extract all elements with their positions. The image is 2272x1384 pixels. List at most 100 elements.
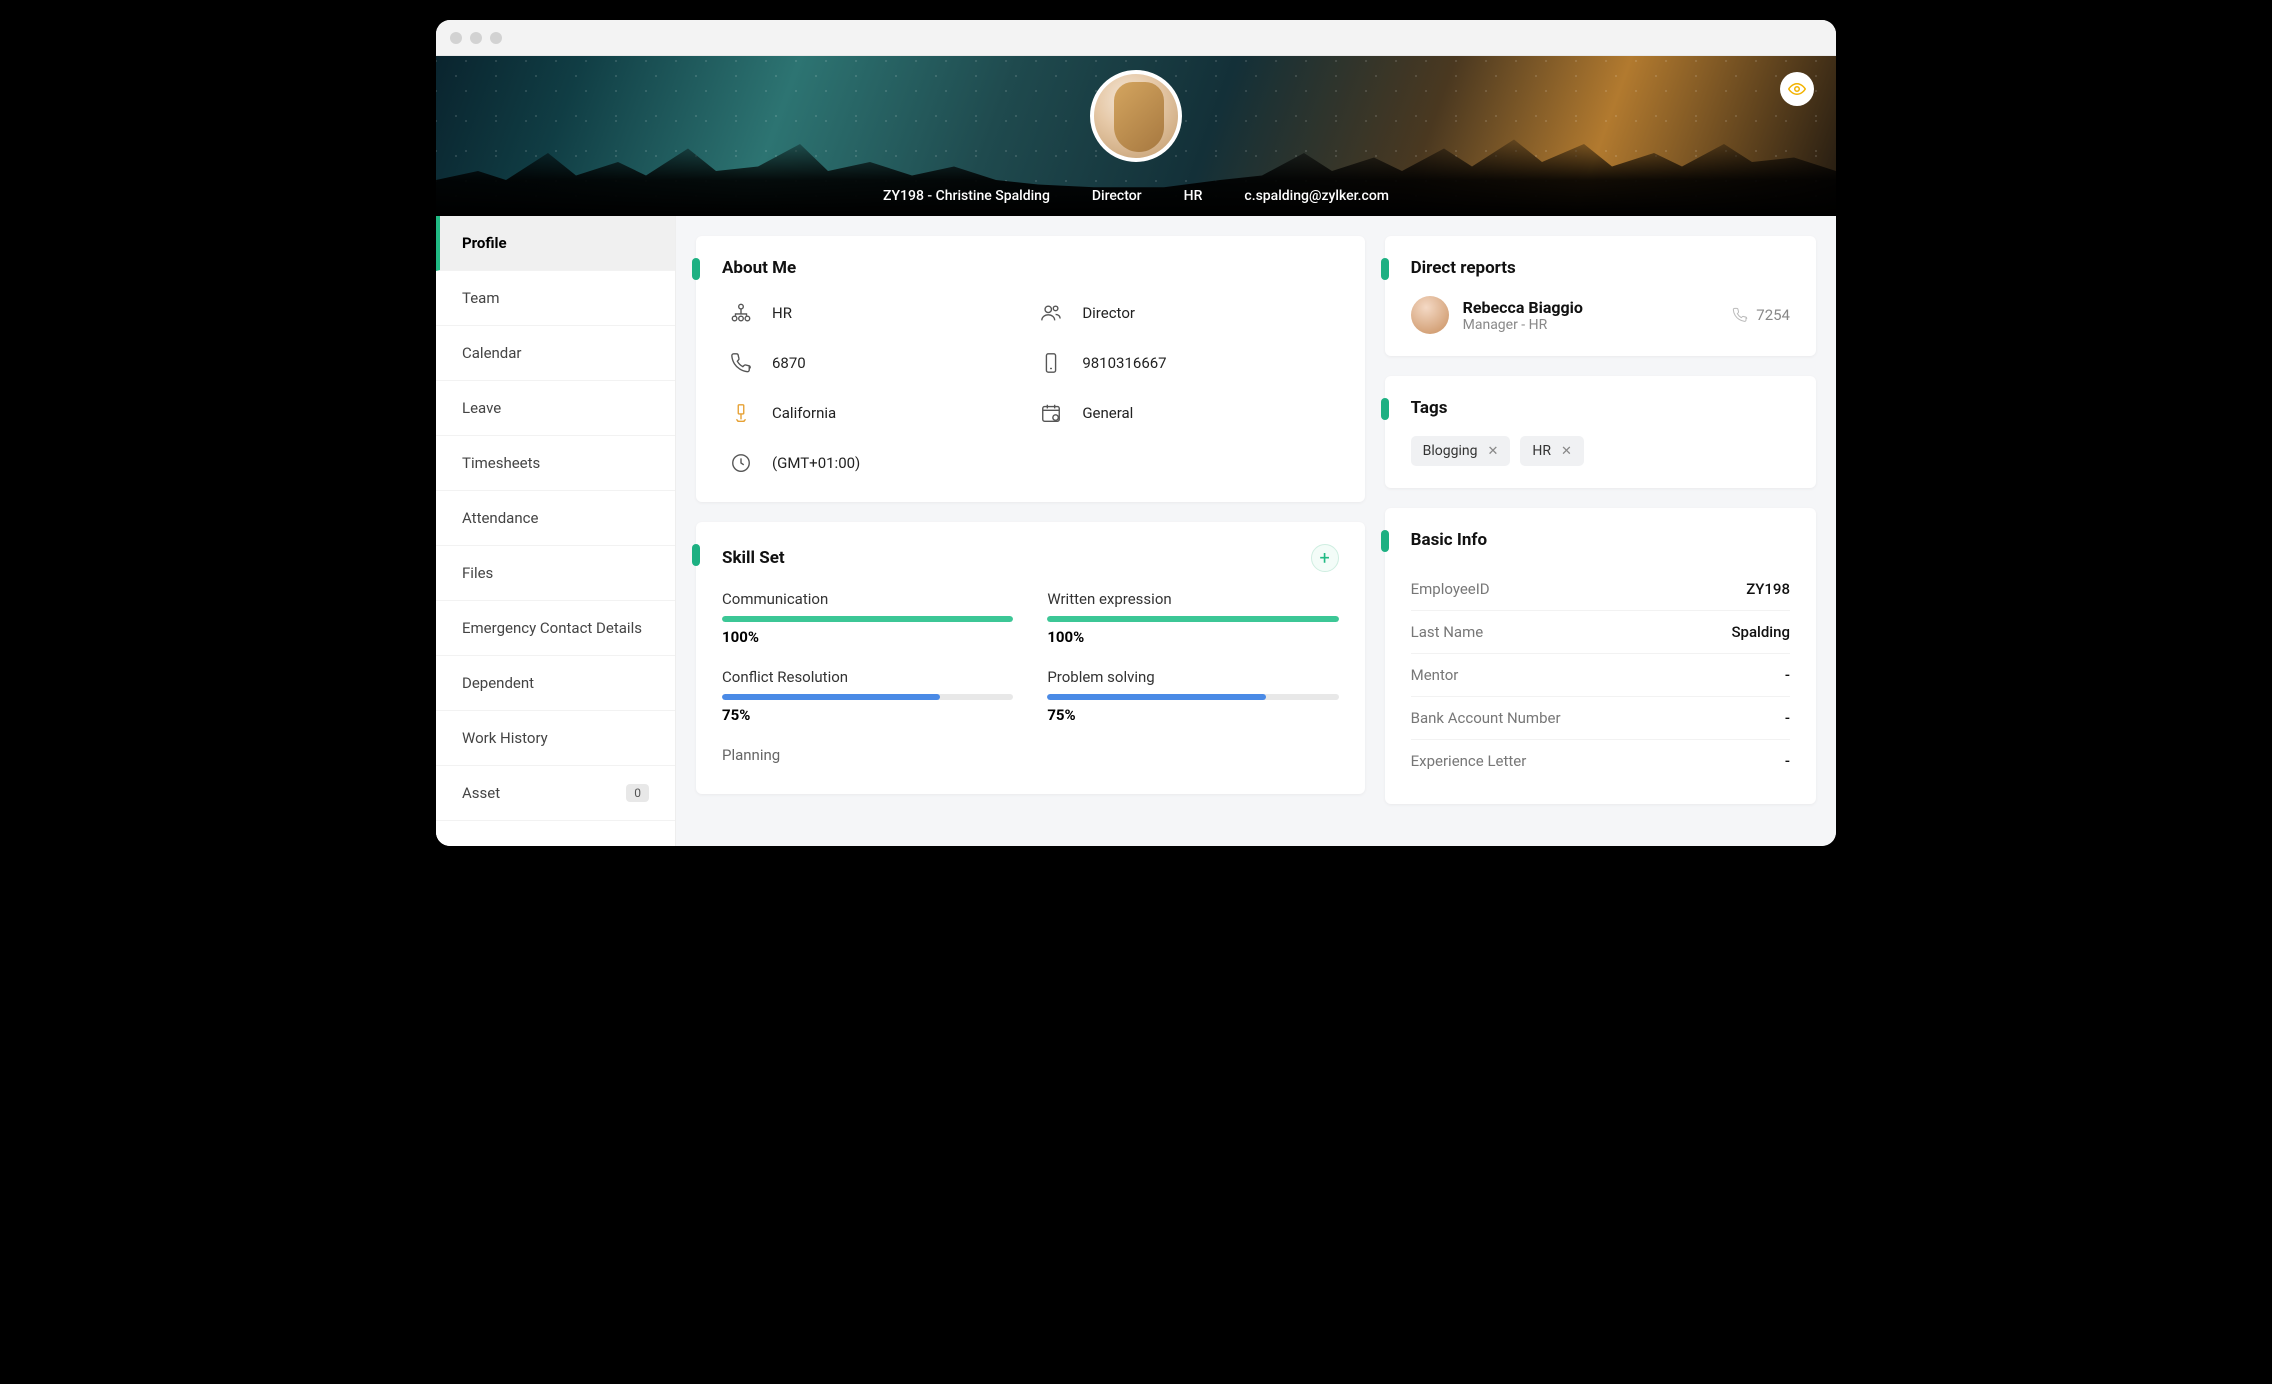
sidebar-item-label: Profile	[462, 234, 507, 252]
skillset-title: Skill Set	[722, 548, 785, 568]
skill-percent: 100%	[1047, 628, 1338, 646]
left-column: About Me HR Director 6870	[696, 236, 1365, 826]
sidebar-item-emergency-contact-details[interactable]: Emergency Contact Details	[436, 601, 675, 656]
info-label: Experience Letter	[1411, 752, 1527, 770]
sidebar-item-profile[interactable]: Profile	[436, 216, 675, 271]
about-card: About Me HR Director 6870	[696, 236, 1365, 502]
tags-title: Tags	[1411, 398, 1790, 418]
about-location: California	[730, 402, 1020, 424]
tag-chip: Blogging ✕	[1411, 436, 1511, 466]
skill-percent: 100%	[722, 628, 1013, 646]
hero-email: c.spalding@zylker.com	[1244, 188, 1389, 204]
sidebar-badge: 0	[626, 784, 649, 802]
right-column: Direct reports Rebecca Biaggio Manager -…	[1385, 236, 1816, 826]
report-extension: 7254	[1732, 306, 1790, 324]
profile-hero: ZY198 - Christine Spalding Director HR c…	[436, 56, 1836, 216]
add-skill-button[interactable]: +	[1311, 544, 1339, 572]
sidebar-item-attendance[interactable]: Attendance	[436, 491, 675, 546]
content-area: Profile Team Calendar Leave Timesheets Attend…	[436, 216, 1836, 846]
org-icon	[730, 302, 752, 324]
sidebar-item-team[interactable]: Team	[436, 271, 675, 326]
report-ext-value: 7254	[1756, 306, 1790, 324]
about-shift: General	[1040, 402, 1330, 424]
tag-text: HR	[1532, 443, 1551, 459]
sidebar-item-dependent[interactable]: Dependent	[436, 656, 675, 711]
info-value: -	[1785, 666, 1790, 684]
phone-icon	[730, 352, 752, 374]
about-extension: 6870	[730, 352, 1020, 374]
report-role: Manager - HR	[1463, 317, 1719, 333]
sidebar-item-label: Leave	[462, 399, 501, 417]
skill-partial: Planning	[722, 746, 1339, 764]
skill-percent: 75%	[1047, 706, 1338, 724]
skill-name: Problem solving	[1047, 668, 1338, 686]
sidebar-item-timesheets[interactable]: Timesheets	[436, 436, 675, 491]
window-titlebar	[436, 20, 1836, 56]
sidebar-item-leave[interactable]: Leave	[436, 381, 675, 436]
basic-info-card: Basic Info EmployeeIDZY198 Last Name Spald…	[1385, 508, 1816, 804]
sidebar-item-label: Emergency Contact Details	[462, 619, 642, 637]
hero-title: Director	[1092, 188, 1142, 204]
eye-icon	[1788, 80, 1806, 98]
about-role-text: Director	[1082, 304, 1135, 322]
profile-avatar[interactable]	[1090, 70, 1182, 162]
report-row[interactable]: Rebecca Biaggio Manager - HR 7254	[1411, 296, 1790, 334]
direct-reports-title: Direct reports	[1411, 258, 1790, 278]
info-value: Spalding	[1731, 623, 1790, 641]
basic-info-title: Basic Info	[1411, 530, 1790, 550]
report-avatar	[1411, 296, 1449, 334]
skill-bar-fill	[1047, 694, 1265, 700]
about-mobile-text: 9810316667	[1082, 354, 1166, 372]
sidebar-item-asset[interactable]: Asset 0	[436, 766, 675, 821]
skill-bar-fill	[722, 694, 940, 700]
main-columns: About Me HR Director 6870	[676, 216, 1836, 846]
reports-list: Rebecca Biaggio Manager - HR 7254	[1411, 296, 1790, 334]
tag-remove-icon[interactable]: ✕	[1487, 444, 1498, 459]
info-label: Last Name	[1411, 623, 1484, 641]
info-row: Bank Account Number -	[1411, 697, 1790, 740]
window-dot	[470, 32, 482, 44]
direct-reports-card: Direct reports Rebecca Biaggio Manager -…	[1385, 236, 1816, 356]
about-mobile: 9810316667	[1040, 352, 1330, 374]
about-grid: HR Director 6870 9810316667	[722, 296, 1339, 480]
info-row: EmployeeIDZY198	[1411, 568, 1790, 611]
info-row: Experience Letter-	[1411, 740, 1790, 782]
skill-item: Conflict Resolution 75%	[722, 668, 1013, 724]
sidebar-item-label: Team	[462, 289, 500, 307]
sidebar-item-work-history[interactable]: Work History	[436, 711, 675, 766]
skillset-header: Skill Set +	[722, 544, 1339, 572]
tag-text: Blogging	[1423, 443, 1478, 459]
sidebar-item-calendar[interactable]: Calendar	[436, 326, 675, 381]
about-timezone-text: (GMT+01:00)	[772, 454, 860, 472]
sidebar-item-label: Work History	[462, 729, 548, 747]
about-location-text: California	[772, 404, 836, 422]
report-name: Rebecca Biaggio	[1463, 298, 1719, 317]
skill-name: Conflict Resolution	[722, 668, 1013, 686]
view-button[interactable]	[1780, 72, 1814, 106]
sidebar-item-label: Timesheets	[462, 454, 540, 472]
info-label: Bank Account Number	[1411, 709, 1561, 727]
window-dot	[450, 32, 462, 44]
phone-icon	[1732, 307, 1748, 323]
about-department-text: HR	[772, 304, 792, 322]
skill-bar-track	[722, 616, 1013, 622]
tag-list: Blogging ✕ HR ✕	[1411, 436, 1790, 466]
sidebar-item-files[interactable]: Files	[436, 546, 675, 601]
sidebar-item-label: Calendar	[462, 344, 522, 362]
hero-info-bar: ZY198 - Christine Spalding Director HR c…	[436, 188, 1836, 204]
skill-grid: Communication 100% Written expression 10…	[722, 590, 1339, 724]
skill-item: Communication 100%	[722, 590, 1013, 646]
sidebar-item-label: Asset	[462, 784, 500, 802]
skill-bar-track	[722, 694, 1013, 700]
basic-info-rows: EmployeeIDZY198Last NameSpaldingMentor-B…	[1411, 568, 1790, 782]
app-window: ZY198 - Christine Spalding Director HR c…	[436, 20, 1836, 846]
about-extension-text: 6870	[772, 354, 806, 372]
tag-remove-icon[interactable]: ✕	[1561, 444, 1572, 459]
about-timezone: (GMT+01:00)	[730, 452, 1020, 474]
hero-department: HR	[1184, 188, 1203, 204]
sidebar-item-label: Attendance	[462, 509, 538, 527]
info-label: EmployeeID	[1411, 580, 1490, 598]
about-title: About Me	[722, 258, 1339, 278]
info-row: Mentor-	[1411, 654, 1790, 697]
info-value: -	[1785, 709, 1790, 727]
